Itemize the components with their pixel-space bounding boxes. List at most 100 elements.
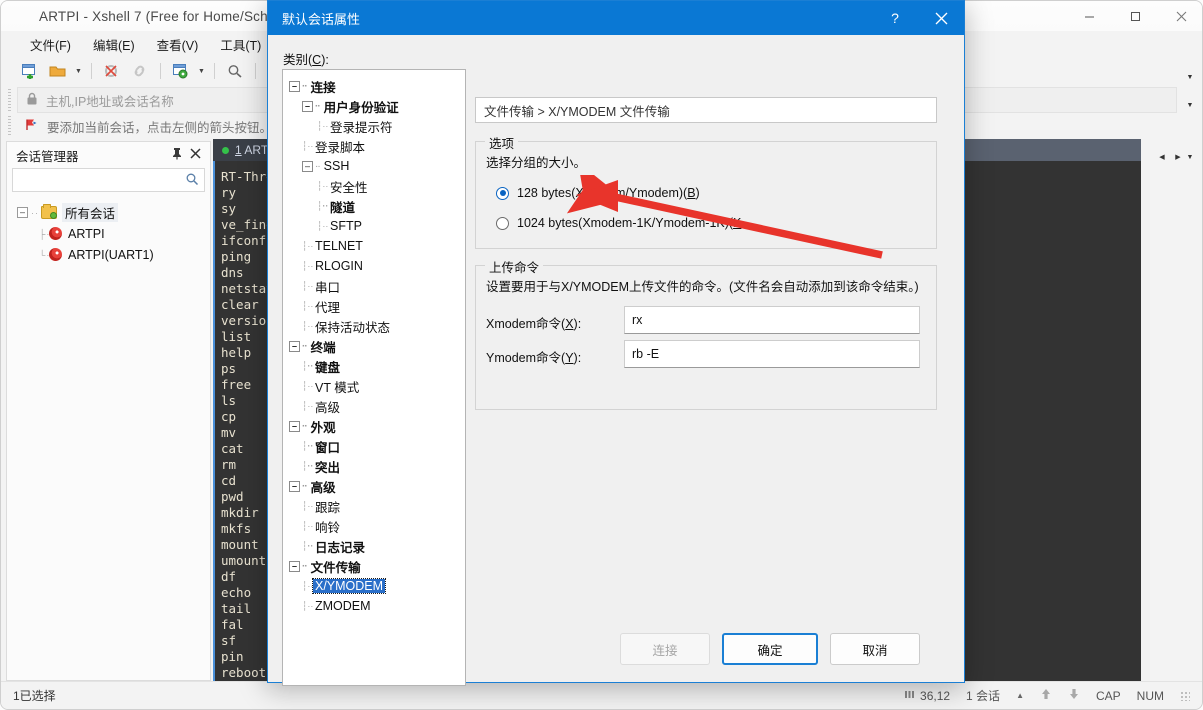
category-tree-item[interactable]: – ·· 高级	[289, 476, 465, 496]
find-icon[interactable]	[222, 59, 248, 83]
menu-view[interactable]: 查看(V)	[146, 32, 210, 57]
category-tree-item[interactable]: ┆·· 键盘	[289, 356, 465, 376]
radio-1024-bytes[interactable]: 1024 bytes(Xmodem-1K/Ymodem-1K)(K	[496, 216, 741, 230]
close-icon[interactable]	[186, 148, 204, 162]
category-tree-item-label: 键盘	[315, 360, 341, 375]
resize-grip-icon[interactable]	[1180, 690, 1190, 701]
tree-connector: ┆··	[302, 500, 314, 511]
category-tree-item[interactable]: ┆·· 登录提示符	[289, 116, 465, 136]
xmodem-command-input[interactable]: rx	[624, 306, 920, 334]
category-tree-item[interactable]: ┆·· 突出	[289, 456, 465, 476]
dialog-titlebar: 默认会话属性 ?	[268, 1, 964, 35]
category-tree-item[interactable]: – ·· 连接	[289, 76, 465, 96]
pin-icon[interactable]	[168, 147, 186, 163]
chevron-down-icon-2[interactable]: ▼	[1183, 97, 1197, 113]
category-tree[interactable]: – ·· 连接 – ·· 用户身份验证 ┆·· 登录提示符 ┆·· 登录脚本 – ·· SSH ┆·· 安全…	[282, 69, 466, 686]
minimize-icon[interactable]	[1066, 1, 1112, 31]
session-icon	[49, 248, 62, 261]
dialog-body: 类别(C): – ·· 连接 – ·· 用户身份验证 ┆·· 登录提示符 ┆·· 登录脚本 – ·· S…	[268, 35, 964, 686]
category-tree-item[interactable]: ┆·· 响铃	[289, 516, 465, 536]
tree-connector: ┆··	[302, 380, 314, 391]
radio-1024-bytes-label: 1024 bytes(Xmodem-1K/Ymodem-1K)(	[517, 216, 734, 230]
session-item-artpi-uart1[interactable]: └·· ARTPI(UART1)	[17, 244, 210, 265]
tree-connector: ··	[31, 207, 39, 218]
category-tree-item[interactable]: – ·· 文件传输	[289, 556, 465, 576]
disconnect-icon[interactable]	[99, 59, 125, 83]
menu-file[interactable]: 文件(F)	[19, 32, 82, 57]
collapse-icon[interactable]: –	[289, 80, 300, 92]
tree-connector: ┆··	[302, 540, 314, 551]
category-tree-item[interactable]: ┆·· X/YMODEM	[289, 576, 465, 596]
help-icon[interactable]: ?	[872, 1, 918, 35]
category-tree-item[interactable]: ┆·· 安全性	[289, 176, 465, 196]
category-tree-item[interactable]: ┆·· 日志记录	[289, 536, 465, 556]
collapse-icon[interactable]: –	[289, 560, 300, 572]
session-tree-root[interactable]: – ·· 所有会话	[17, 202, 210, 223]
category-tree-item[interactable]: ┆·· 代理	[289, 296, 465, 316]
category-tree-item[interactable]: ┆·· TELNET	[289, 236, 465, 256]
status-session-count[interactable]: 1 会话	[966, 687, 1000, 704]
collapse-icon[interactable]: –	[302, 100, 313, 112]
category-tree-item[interactable]: ┆·· VT 模式	[289, 376, 465, 396]
session-properties-icon[interactable]	[168, 59, 194, 83]
xmodem-label-key: X	[565, 317, 574, 331]
category-tree-item[interactable]: – ·· SSH	[289, 156, 465, 176]
maximize-icon[interactable]	[1112, 1, 1158, 31]
category-tree-item[interactable]: ┆·· 跟踪	[289, 496, 465, 516]
session-search-input[interactable]	[12, 168, 205, 192]
open-folder-icon[interactable]	[45, 59, 71, 83]
category-tree-item[interactable]: ┆·· 保持活动状态	[289, 316, 465, 336]
menu-tools[interactable]: 工具(T)	[209, 32, 272, 57]
cancel-button[interactable]: 取消	[830, 633, 920, 665]
menu-edit[interactable]: 编辑(E)	[82, 32, 146, 57]
category-tree-item[interactable]: – ·· 终端	[289, 336, 465, 356]
category-tree-item[interactable]: – ·· 用户身份验证	[289, 96, 465, 116]
tree-connector: ┆··	[302, 320, 314, 331]
chevron-down-icon-3[interactable]: ▼	[1183, 149, 1197, 165]
chevron-up-icon[interactable]: ▲	[1016, 691, 1024, 700]
radio-1024-bytes-indicator[interactable]	[496, 216, 509, 230]
chevron-left-icon[interactable]: ◀	[1155, 149, 1169, 165]
search-icon	[185, 172, 199, 189]
ymodem-command-input[interactable]: rb -E	[624, 340, 920, 368]
new-session-icon[interactable]	[17, 59, 43, 83]
connect-button[interactable]: 连接	[620, 633, 710, 665]
link-icon[interactable]	[127, 59, 153, 83]
category-tree-item-label: TELNET	[315, 239, 363, 253]
close-icon[interactable]	[918, 1, 964, 35]
tree-connector: ┆··	[317, 120, 329, 131]
upload-command-group: 上传命令 设置要用于与X/YMODEM上传文件的命令。(文件名会自动添加到该命令…	[475, 257, 937, 410]
category-label-key: C	[312, 53, 322, 67]
close-icon[interactable]	[1158, 1, 1202, 31]
category-tree-item[interactable]: ┆·· 串口	[289, 276, 465, 296]
category-tree-item[interactable]: ┆·· 登录脚本	[289, 136, 465, 156]
upload-group-title: 上传命令	[485, 257, 544, 276]
flag-icon	[25, 118, 38, 134]
dialog-title: 默认会话属性	[282, 11, 361, 27]
radio-128-bytes-indicator[interactable]	[496, 186, 509, 200]
category-tree-item[interactable]: ┆·· 隧道	[289, 196, 465, 216]
collapse-icon[interactable]: –	[302, 160, 313, 172]
ok-button[interactable]: 确定	[722, 633, 818, 665]
category-tree-item[interactable]: ┆·· 窗口	[289, 436, 465, 456]
tree-connector: ┆··	[302, 280, 314, 291]
category-tree-item-label: 突出	[315, 460, 341, 475]
category-tree-item-label: 窗口	[315, 440, 341, 455]
session-properties-chevron-down-icon[interactable]: ▼	[196, 59, 207, 83]
category-tree-item[interactable]: ┆·· SFTP	[289, 216, 465, 236]
category-tree-item[interactable]: – ·· 外观	[289, 416, 465, 436]
category-tree-item-label: 保持活动状态	[315, 320, 391, 335]
collapse-icon[interactable]: –	[17, 207, 28, 218]
collapse-icon[interactable]: –	[289, 480, 300, 492]
category-tree-item[interactable]: ┆·· RLOGIN	[289, 256, 465, 276]
collapse-icon[interactable]: –	[289, 420, 300, 432]
category-tree-item[interactable]: ┆·· 高级	[289, 396, 465, 416]
category-tree-item[interactable]: ┆·· ZMODEM	[289, 596, 465, 616]
tree-connector: ┆··	[302, 360, 314, 371]
open-folder-chevron-down-icon[interactable]: ▼	[73, 59, 84, 83]
dialog-footer: 连接 确定 取消	[268, 622, 964, 684]
collapse-icon[interactable]: –	[289, 340, 300, 352]
session-item-artpi[interactable]: ├·· ARTPI	[17, 223, 210, 244]
radio-128-bytes[interactable]: 128 bytes(Xmodem/Ymodem)(B)	[496, 186, 700, 200]
chevron-down-icon[interactable]: ▼	[1183, 69, 1197, 85]
